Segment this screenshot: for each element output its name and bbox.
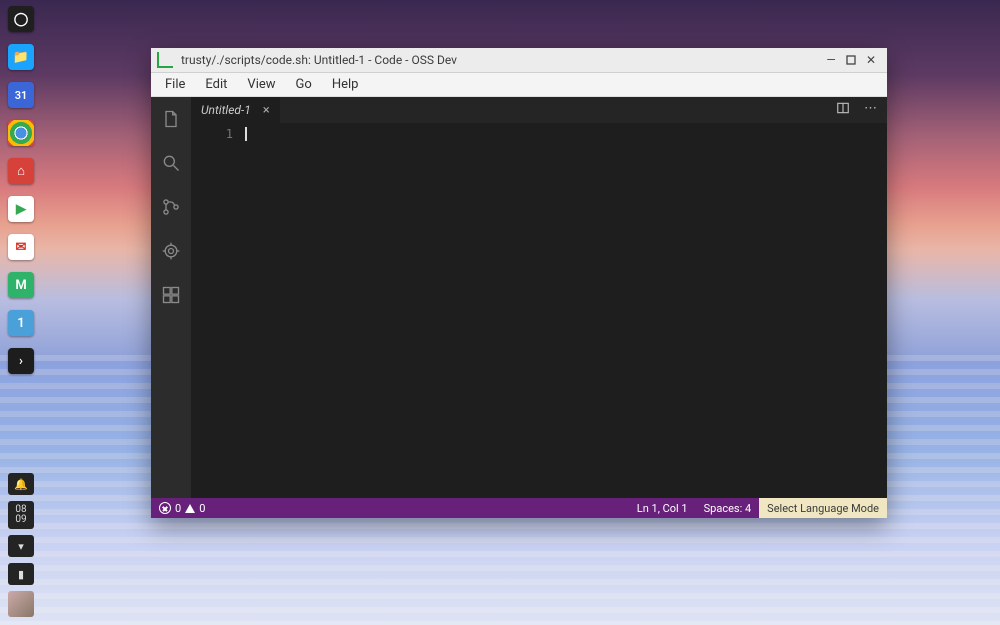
notifications-icon[interactable]: 🔔 (8, 473, 34, 495)
status-cursor-position[interactable]: Ln 1, Col 1 (629, 502, 696, 515)
warning-count: 0 (199, 502, 205, 515)
warning-icon (185, 504, 195, 513)
status-bar: 0 0 Ln 1, Col 1 Spaces: 4 Select Languag… (151, 498, 887, 518)
activity-bar (151, 97, 191, 498)
editor-main: Untitled-1 × ⋯ 1 (191, 97, 887, 498)
status-language-mode[interactable]: Select Language Mode (759, 498, 887, 518)
status-problems[interactable]: 0 0 (151, 502, 213, 515)
menu-view[interactable]: View (239, 75, 283, 94)
debug-icon[interactable] (159, 239, 183, 263)
more-actions-icon[interactable]: ⋯ (864, 101, 877, 119)
editor-area: Untitled-1 × ⋯ 1 (151, 97, 887, 498)
dock-calendar-icon[interactable]: 31 (8, 82, 34, 108)
error-count: 0 (175, 502, 181, 515)
line-gutter: 1 (191, 123, 245, 498)
tab-untitled-1[interactable]: Untitled-1 × (191, 97, 280, 123)
window-titlebar[interactable]: trusty/./scripts/code.sh: Untitled-1 - C… (151, 48, 887, 73)
error-icon (159, 502, 171, 514)
app-icon (157, 52, 173, 68)
source-control-icon[interactable] (159, 195, 183, 219)
dock-gmail-icon[interactable]: ✉ (8, 234, 34, 260)
tab-label: Untitled-1 (201, 103, 251, 117)
dock-files-icon[interactable]: 📁 (8, 44, 34, 70)
menu-help[interactable]: Help (324, 75, 367, 94)
explorer-icon[interactable] (159, 107, 183, 131)
menu-file[interactable]: File (157, 75, 193, 94)
dock-terminal-icon[interactable]: › (8, 348, 34, 374)
tray-date[interactable]: 0809 (8, 501, 34, 529)
extensions-icon[interactable] (159, 283, 183, 307)
tab-bar: Untitled-1 × ⋯ (191, 97, 887, 123)
dock-play-store-icon[interactable]: ▶ (8, 196, 34, 222)
status-indent[interactable]: Spaces: 4 (696, 502, 760, 515)
code-window: trusty/./scripts/code.sh: Untitled-1 - C… (151, 48, 887, 518)
menu-go[interactable]: Go (288, 75, 320, 94)
search-icon[interactable] (159, 151, 183, 175)
desktop: ◯ 📁 31 ⌂ ▶ ✉ M 1 › 🔔 0809 ▾ ▮ trusty/./s… (0, 0, 1000, 625)
dock-launcher-icon[interactable]: ◯ (8, 6, 34, 32)
code-text[interactable] (245, 123, 887, 498)
dock-app-one-icon[interactable]: 1 (8, 310, 34, 336)
launcher-dock: ◯ 📁 31 ⌂ ▶ ✉ M 1 › (6, 6, 36, 374)
dock-chrome-icon[interactable] (8, 120, 34, 146)
dock-app-red-icon[interactable]: ⌂ (8, 158, 34, 184)
menu-edit[interactable]: Edit (197, 75, 235, 94)
close-button[interactable]: ✕ (861, 50, 881, 70)
tab-actions: ⋯ (836, 101, 887, 119)
user-avatar[interactable] (8, 591, 34, 617)
battery-icon[interactable]: ▮ (8, 563, 34, 585)
dock-app-m-icon[interactable]: M (8, 272, 34, 298)
menu-bar: File Edit View Go Help (151, 73, 887, 97)
window-title: trusty/./scripts/code.sh: Untitled-1 - C… (181, 53, 821, 67)
split-editor-icon[interactable] (836, 101, 850, 119)
maximize-button[interactable] (841, 50, 861, 70)
minimize-button[interactable]: — (821, 50, 841, 70)
wifi-icon[interactable]: ▾ (8, 535, 34, 557)
code-area[interactable]: 1 (191, 123, 887, 498)
close-tab-icon[interactable]: × (263, 103, 270, 118)
text-cursor (245, 127, 247, 141)
system-tray: 🔔 0809 ▾ ▮ (6, 473, 36, 617)
